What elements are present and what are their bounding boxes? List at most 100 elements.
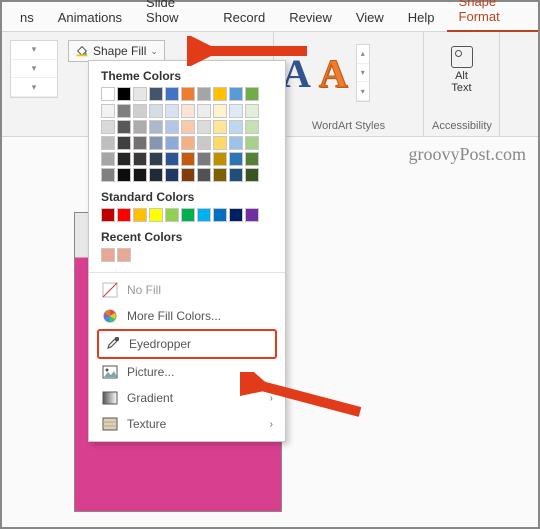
gradient-label: Gradient bbox=[127, 391, 173, 405]
color-swatch[interactable] bbox=[181, 87, 195, 101]
color-swatch[interactable] bbox=[165, 120, 179, 134]
more-fill-colors-item[interactable]: More Fill Colors... bbox=[89, 303, 285, 329]
color-swatch[interactable] bbox=[229, 136, 243, 150]
color-swatch[interactable] bbox=[117, 120, 131, 134]
color-swatch[interactable] bbox=[197, 136, 211, 150]
color-swatch[interactable] bbox=[229, 208, 243, 222]
color-swatch[interactable] bbox=[229, 120, 243, 134]
color-swatch[interactable] bbox=[133, 104, 147, 118]
color-swatch[interactable] bbox=[101, 168, 115, 182]
tab-help[interactable]: Help bbox=[396, 4, 447, 31]
wordart-gallery-toggle[interactable]: ▴▾▾ bbox=[356, 44, 370, 102]
color-swatch[interactable] bbox=[213, 120, 227, 134]
color-swatch[interactable] bbox=[197, 120, 211, 134]
color-swatch[interactable] bbox=[213, 87, 227, 101]
color-swatch[interactable] bbox=[197, 104, 211, 118]
color-wheel-icon bbox=[101, 307, 119, 325]
color-swatch[interactable] bbox=[117, 136, 131, 150]
color-swatch[interactable] bbox=[197, 87, 211, 101]
color-swatch[interactable] bbox=[133, 168, 147, 182]
shape-fill-button[interactable]: Shape Fill ⌄ bbox=[68, 40, 165, 62]
color-swatch[interactable] bbox=[149, 120, 163, 134]
color-swatch[interactable] bbox=[165, 87, 179, 101]
shape-styles-gallery-toggle[interactable]: ▾▾▾ bbox=[10, 40, 58, 98]
tab-transitions-partial[interactable]: ns bbox=[8, 4, 46, 31]
color-swatch[interactable] bbox=[245, 168, 259, 182]
no-fill-label: No Fill bbox=[127, 283, 161, 297]
color-swatch[interactable] bbox=[149, 152, 163, 166]
color-swatch[interactable] bbox=[101, 208, 115, 222]
tab-view[interactable]: View bbox=[344, 4, 396, 31]
color-swatch[interactable] bbox=[181, 208, 195, 222]
color-swatch[interactable] bbox=[133, 136, 147, 150]
color-swatch[interactable] bbox=[149, 208, 163, 222]
color-swatch[interactable] bbox=[165, 152, 179, 166]
color-swatch[interactable] bbox=[245, 136, 259, 150]
theme-colors-shade-grid bbox=[101, 104, 273, 182]
gradient-icon bbox=[101, 389, 119, 407]
color-swatch[interactable] bbox=[197, 208, 211, 222]
annotation-arrow-shape-fill bbox=[187, 36, 317, 66]
color-swatch[interactable] bbox=[149, 136, 163, 150]
color-swatch[interactable] bbox=[117, 152, 131, 166]
color-swatch[interactable] bbox=[101, 248, 115, 262]
tab-shape-format[interactable]: Shape Format bbox=[447, 0, 538, 32]
color-swatch[interactable] bbox=[213, 104, 227, 118]
color-swatch[interactable] bbox=[101, 136, 115, 150]
color-swatch[interactable] bbox=[117, 87, 131, 101]
ribbon-tabs: ns Animations Slide Show Record Review V… bbox=[2, 2, 538, 32]
eyedropper-item[interactable]: Eyedropper bbox=[99, 331, 275, 357]
color-swatch[interactable] bbox=[213, 152, 227, 166]
color-swatch[interactable] bbox=[245, 87, 259, 101]
color-swatch[interactable] bbox=[229, 87, 243, 101]
color-swatch[interactable] bbox=[213, 168, 227, 182]
color-swatch[interactable] bbox=[181, 120, 195, 134]
color-swatch[interactable] bbox=[117, 248, 131, 262]
texture-label: Texture bbox=[127, 417, 166, 431]
color-swatch[interactable] bbox=[117, 104, 131, 118]
color-swatch[interactable] bbox=[101, 152, 115, 166]
color-swatch[interactable] bbox=[229, 168, 243, 182]
color-swatch[interactable] bbox=[149, 87, 163, 101]
color-swatch[interactable] bbox=[181, 104, 195, 118]
color-swatch[interactable] bbox=[133, 87, 147, 101]
color-swatch[interactable] bbox=[245, 152, 259, 166]
color-swatch[interactable] bbox=[165, 136, 179, 150]
color-swatch[interactable] bbox=[245, 104, 259, 118]
tab-animations[interactable]: Animations bbox=[46, 4, 134, 31]
color-swatch[interactable] bbox=[133, 120, 147, 134]
color-swatch[interactable] bbox=[197, 168, 211, 182]
color-swatch[interactable] bbox=[133, 208, 147, 222]
color-swatch[interactable] bbox=[117, 208, 131, 222]
color-swatch[interactable] bbox=[165, 208, 179, 222]
color-swatch[interactable] bbox=[197, 152, 211, 166]
alt-text-button[interactable]: Alt Text bbox=[432, 36, 491, 94]
color-swatch[interactable] bbox=[149, 168, 163, 182]
color-swatch[interactable] bbox=[117, 168, 131, 182]
color-swatch[interactable] bbox=[181, 136, 195, 150]
annotation-arrow-eyedropper bbox=[240, 372, 370, 422]
color-swatch[interactable] bbox=[165, 168, 179, 182]
more-fill-colors-label: More Fill Colors... bbox=[127, 309, 221, 323]
color-swatch[interactable] bbox=[229, 152, 243, 166]
color-swatch[interactable] bbox=[181, 152, 195, 166]
color-swatch[interactable] bbox=[245, 208, 259, 222]
color-swatch[interactable] bbox=[101, 120, 115, 134]
color-swatch[interactable] bbox=[133, 152, 147, 166]
tab-slideshow[interactable]: Slide Show bbox=[134, 0, 211, 31]
color-swatch[interactable] bbox=[101, 104, 115, 118]
color-swatch[interactable] bbox=[213, 208, 227, 222]
color-swatch[interactable] bbox=[149, 104, 163, 118]
color-swatch[interactable] bbox=[245, 120, 259, 134]
tab-record[interactable]: Record bbox=[211, 4, 277, 31]
wordart-preset-2[interactable]: A bbox=[319, 50, 348, 97]
no-fill-item[interactable]: No Fill bbox=[89, 277, 285, 303]
color-swatch[interactable] bbox=[213, 136, 227, 150]
tab-review[interactable]: Review bbox=[277, 4, 344, 31]
picture-icon bbox=[101, 363, 119, 381]
color-swatch[interactable] bbox=[165, 104, 179, 118]
color-swatch[interactable] bbox=[101, 87, 115, 101]
color-swatch[interactable] bbox=[181, 168, 195, 182]
alt-text-icon bbox=[451, 46, 473, 68]
color-swatch[interactable] bbox=[229, 104, 243, 118]
